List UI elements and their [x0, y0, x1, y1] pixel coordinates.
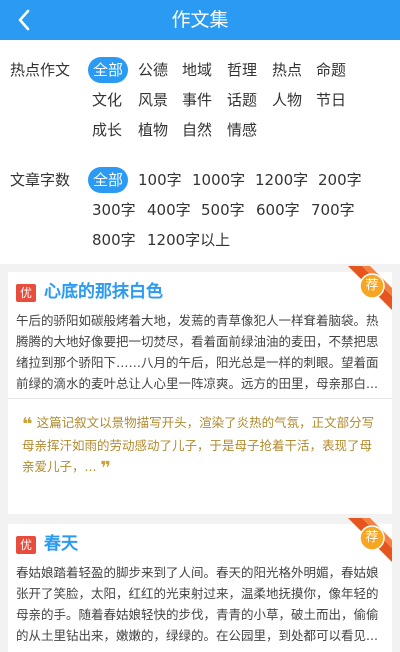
recommend-label: 荐: [365, 278, 379, 293]
hot-chip-event[interactable]: 事件: [178, 87, 216, 113]
filter-panel: 热点作文 全部 公德 地域 哲理 热点 命题 文化 风景 事件 话题 人物 节日…: [0, 40, 400, 264]
open-quote-icon: ❝: [22, 414, 33, 435]
hot-chip-festival[interactable]: 节日: [312, 87, 350, 113]
app-header: 作文集: [0, 0, 400, 40]
words-chip-100[interactable]: 100字: [134, 167, 186, 193]
words-chip-300[interactable]: 300字: [88, 197, 140, 223]
hot-chip-culture[interactable]: 文化: [88, 87, 126, 113]
hot-chip-proposition[interactable]: 命题: [312, 57, 350, 83]
card-divider: [8, 398, 392, 399]
words-chip-800[interactable]: 800字: [88, 227, 140, 253]
words-chip-700[interactable]: 700字: [307, 197, 359, 223]
comment-text: 这篇记叙文以景物描写开头，渲染了炎热的气氛，正文部分写母亲挥汗如雨的劳动感动了儿…: [22, 415, 375, 474]
hot-chip-people[interactable]: 人物: [268, 87, 306, 113]
hot-chip-hotspot[interactable]: 热点: [268, 57, 306, 83]
hot-chip-scenery[interactable]: 风景: [134, 87, 172, 113]
hot-chip-emotion[interactable]: 情感: [223, 117, 261, 143]
recommend-label: 荐: [365, 530, 379, 545]
article-excerpt: 午后的骄阳如碳般烤着大地，发蔫的青草像犯人一样耷着脑袋。热腾腾的大地好像要把一切…: [16, 313, 379, 391]
excellent-badge: 优: [16, 536, 36, 554]
teacher-comment: ❝ 这篇记叙文以景物描写开头，渲染了炎热的气氛，正文部分写母亲挥汗如雨的劳动感动了…: [22, 412, 382, 479]
words-filter-label: 文章字数: [10, 171, 71, 189]
article-card[interactable]: 优 心底的那抹白色 荐 午后的骄阳如碳般烤着大地，发蔫的青草像犯人一样耷着脑袋。…: [8, 266, 392, 514]
words-chip-1200[interactable]: 1200字: [251, 167, 312, 193]
words-chip-400[interactable]: 400字: [143, 197, 195, 223]
words-chip-600[interactable]: 600字: [252, 197, 304, 223]
hot-chip-growth[interactable]: 成长: [88, 117, 126, 143]
hot-chip-philosophy[interactable]: 哲理: [223, 57, 261, 83]
article-card[interactable]: 优 春天 荐 春姑娘踏着轻盈的脚步来到了人间。春天的阳光格外明媚，春姑娘张开了笑…: [8, 518, 392, 652]
excellent-badge: 优: [16, 284, 36, 302]
article-excerpt: 春姑娘踏着轻盈的脚步来到了人间。春天的阳光格外明媚，春姑娘张开了笑脸，太阳，红红…: [16, 565, 379, 643]
card-header: 优 春天: [8, 524, 392, 560]
hot-chip-topic[interactable]: 话题: [223, 87, 261, 113]
hot-chip-plants[interactable]: 植物: [134, 117, 172, 143]
hot-filter-label: 热点作文: [10, 61, 71, 79]
article-title[interactable]: 春天: [44, 530, 78, 558]
article-title[interactable]: 心底的那抹白色: [44, 278, 163, 306]
hot-chip-nature[interactable]: 自然: [178, 117, 216, 143]
words-chip-1200-plus[interactable]: 1200字以上: [143, 227, 234, 253]
hot-chip-all[interactable]: 全部: [88, 57, 129, 83]
words-chip-1000[interactable]: 1000字: [188, 167, 249, 193]
hot-chip-morality[interactable]: 公德: [134, 57, 172, 83]
words-chip-200[interactable]: 200字: [314, 167, 366, 193]
hot-chip-region[interactable]: 地域: [178, 57, 216, 83]
page-title: 作文集: [171, 9, 229, 31]
close-quote-icon: ❞: [100, 458, 111, 479]
words-chip-500[interactable]: 500字: [197, 197, 249, 223]
card-header: 优 心底的那抹白色: [8, 272, 392, 308]
words-chip-all[interactable]: 全部: [88, 167, 129, 193]
